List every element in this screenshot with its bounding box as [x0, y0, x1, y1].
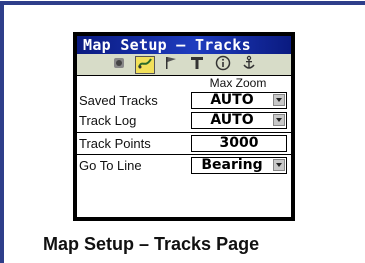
- track-icon: [137, 55, 153, 74]
- tab-marine[interactable]: [239, 55, 259, 74]
- field-value: AUTO: [210, 92, 254, 108]
- top-border-bar: [0, 1, 365, 5]
- saved-tracks-select[interactable]: AUTO: [191, 92, 287, 109]
- track-points-field[interactable]: 3000: [191, 135, 287, 152]
- divider: [77, 132, 291, 133]
- tab-strip: [77, 54, 291, 76]
- row-saved-tracks: Saved Tracks AUTO: [77, 91, 291, 110]
- chevron-down-icon[interactable]: [273, 114, 285, 126]
- field-value: AUTO: [210, 112, 254, 128]
- tab-tracks[interactable]: [135, 55, 155, 74]
- tab-satellite[interactable]: [109, 56, 129, 74]
- flag-icon: [163, 55, 179, 74]
- text-icon: [189, 55, 205, 74]
- field-value: 3000: [219, 135, 259, 151]
- column-header-max-zoom: Max Zoom: [209, 76, 267, 90]
- track-log-select[interactable]: AUTO: [191, 112, 287, 129]
- anchor-icon: [241, 55, 257, 74]
- satellite-icon: [111, 55, 127, 74]
- gps-screen: Map Setup – Tracks Max Zoom Saved Tracks…: [73, 32, 295, 221]
- go-to-line-select[interactable]: Bearing: [191, 157, 287, 174]
- row-track-points: Track Points 3000: [77, 134, 291, 153]
- chevron-down-icon[interactable]: [273, 159, 285, 171]
- field-value: Bearing: [201, 157, 263, 173]
- window-title: Map Setup – Tracks: [77, 36, 291, 54]
- figure-caption: Map Setup – Tracks Page: [43, 234, 260, 254]
- tab-points[interactable]: [161, 56, 181, 74]
- left-border-bar: [0, 1, 4, 263]
- row-label: Saved Tracks: [79, 93, 158, 108]
- row-label: Track Log: [79, 113, 137, 128]
- row-go-to-line: Go To Line Bearing: [77, 156, 291, 175]
- page-frame: Map Setup – Tracks Max Zoom Saved Tracks…: [0, 0, 365, 263]
- row-track-log: Track Log AUTO: [77, 111, 291, 130]
- row-label: Track Points: [79, 136, 151, 151]
- divider: [77, 154, 291, 155]
- screen-body: Max Zoom Saved Tracks AUTO Track Log AUT…: [77, 54, 291, 217]
- info-icon: [215, 55, 231, 74]
- tab-info[interactable]: [213, 55, 233, 74]
- chevron-down-icon[interactable]: [273, 94, 285, 106]
- tab-text[interactable]: [187, 56, 207, 74]
- row-label: Go To Line: [79, 158, 142, 173]
